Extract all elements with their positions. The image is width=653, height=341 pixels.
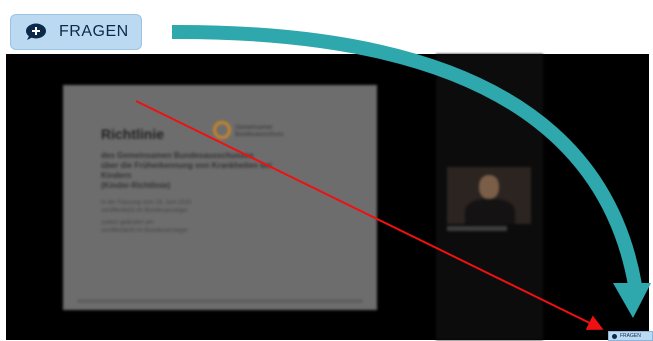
teal-arrowhead — [613, 283, 651, 318]
red-arrow — [135, 100, 604, 330]
teal-arrow — [171, 24, 642, 287]
annotation-overlay — [135, 24, 651, 330]
